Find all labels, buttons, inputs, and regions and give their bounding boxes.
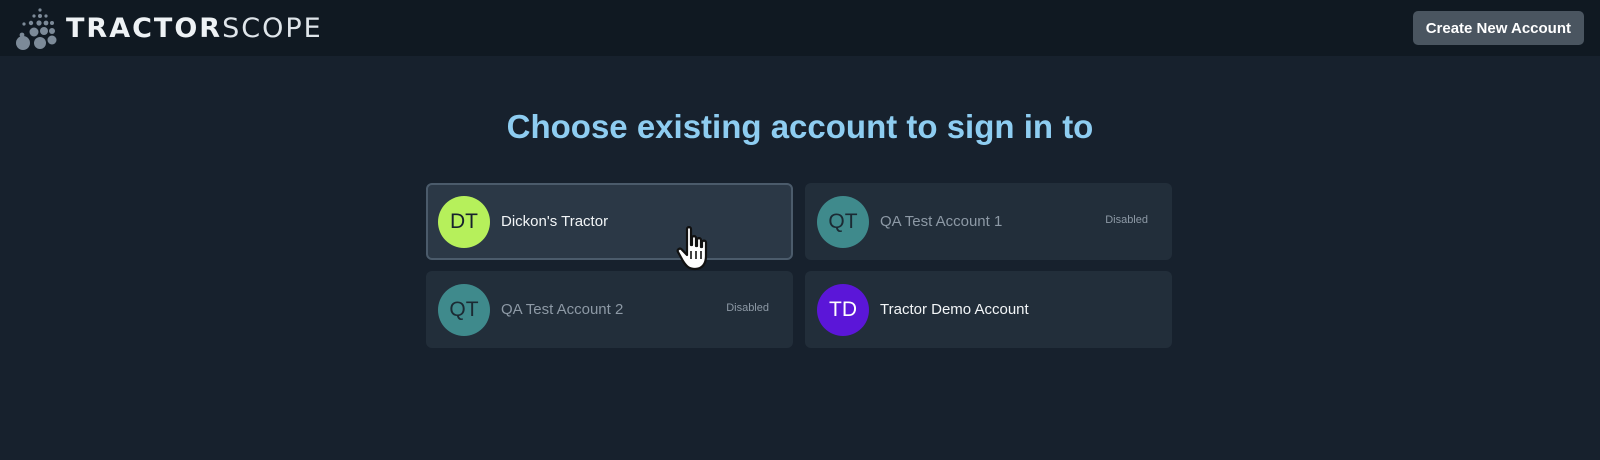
- top-bar: TRACTORSCOPE Create New Account: [0, 0, 1600, 56]
- account-name: Tractor Demo Account: [880, 301, 1029, 318]
- account-avatar: DT: [438, 195, 490, 248]
- status-badge: Disabled: [726, 302, 769, 314]
- account-card[interactable]: QT QA Test Account 1 Disabled: [805, 183, 1172, 260]
- tractorscope-logo[interactable]: TRACTORSCOPE: [12, 5, 323, 51]
- account-name: QA Test Account 2: [501, 301, 624, 318]
- account-card[interactable]: TD Tractor Demo Account: [805, 271, 1172, 348]
- account-avatar: QT: [438, 283, 490, 336]
- create-new-account-button[interactable]: Create New Account: [1412, 11, 1584, 45]
- status-badge: Disabled: [1105, 214, 1148, 226]
- account-name: QA Test Account 1: [880, 213, 1003, 230]
- logo-wordmark: TRACTORSCOPE: [66, 15, 323, 42]
- account-avatar: QT: [817, 195, 869, 248]
- account-list: DT Dickon's Tractor QT QA Test Account 1 Dis…: [426, 183, 1172, 348]
- account-card[interactable]: DT Dickon's Tractor: [426, 183, 793, 260]
- account-card[interactable]: QT QA Test Account 2 Disabled: [426, 271, 793, 348]
- account-avatar: TD: [817, 283, 869, 336]
- logo-text-light: SCOPE: [222, 12, 323, 44]
- logo-dots-icon: [16, 8, 57, 50]
- account-name: Dickon's Tractor: [501, 213, 609, 230]
- logo-text-bold: TRACTOR: [66, 12, 223, 44]
- page-title: Choose existing account to sign in to: [506, 108, 1094, 145]
